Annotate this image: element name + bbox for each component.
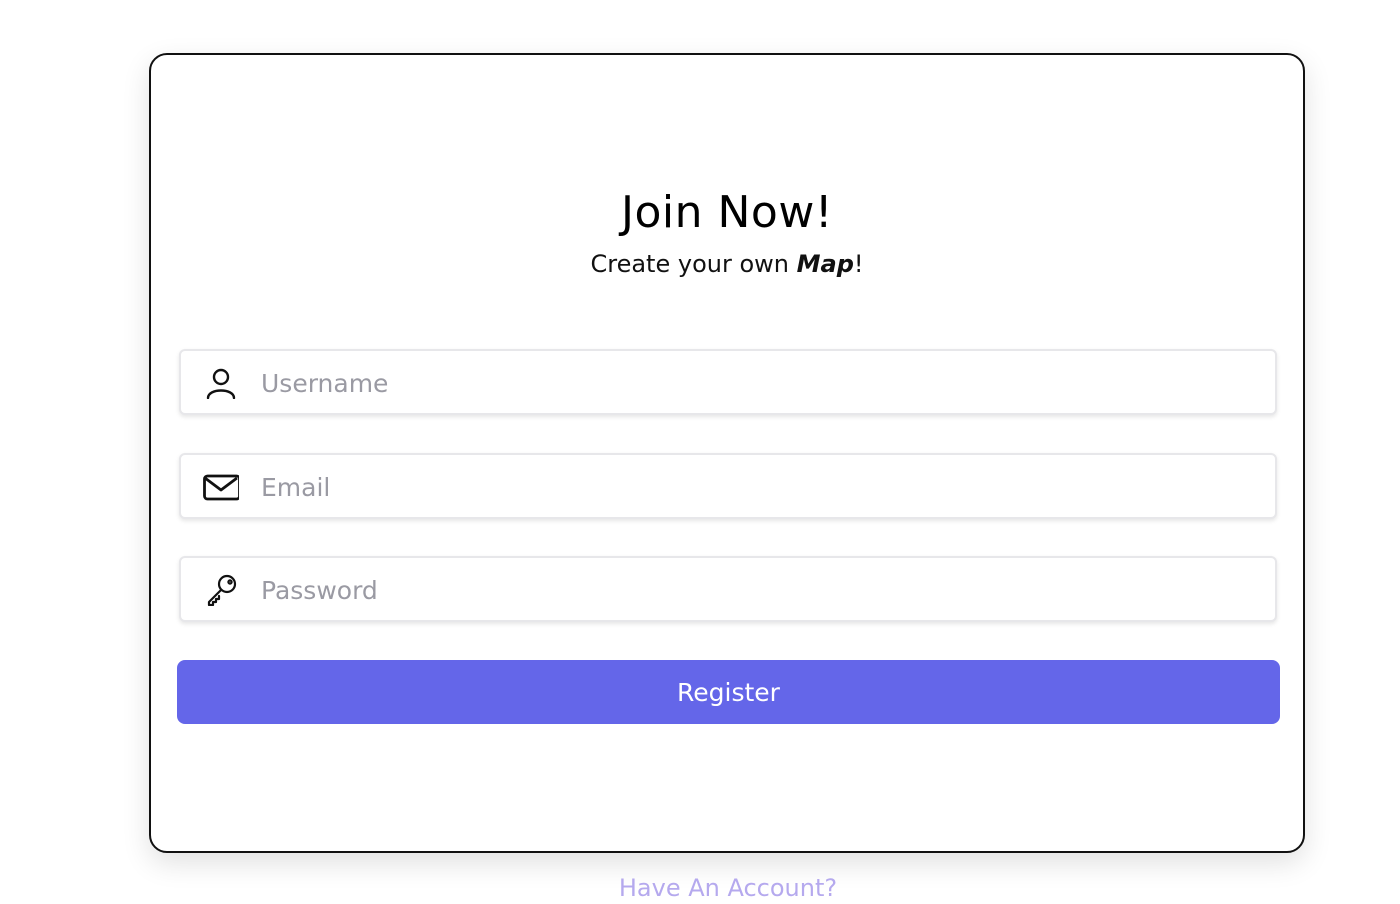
mail-icon [203, 474, 239, 501]
key-icon [207, 574, 237, 606]
register-card: Join Now! Create your own Map! Register [149, 53, 1305, 853]
have-account-link[interactable]: Have An Account? [0, 872, 1400, 904]
password-field[interactable] [179, 556, 1277, 622]
subtitle-prefix: Create your own [590, 250, 797, 278]
user-icon [206, 368, 236, 399]
register-button[interactable]: Register [177, 660, 1280, 724]
page-subtitle: Create your own Map! [151, 249, 1303, 279]
email-input[interactable] [259, 455, 1263, 519]
subtitle-emphasis: Map [796, 250, 854, 278]
username-input[interactable] [259, 351, 1263, 415]
password-input[interactable] [259, 558, 1263, 622]
email-field[interactable] [179, 453, 1277, 519]
username-field[interactable] [179, 349, 1277, 415]
subtitle-suffix: ! [853, 250, 864, 278]
page-title: Join Now! [621, 187, 833, 238]
